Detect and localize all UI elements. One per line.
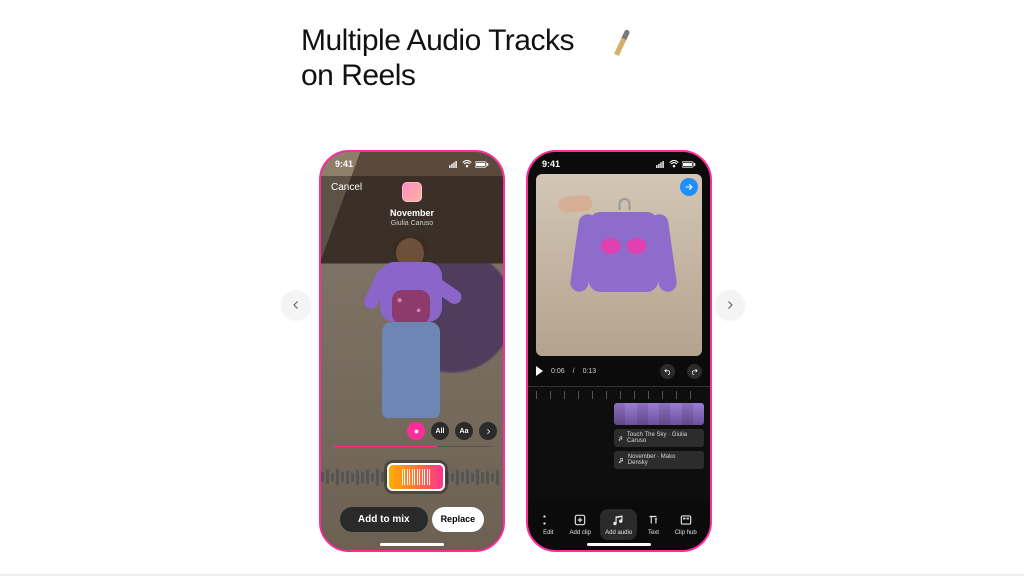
page-title-line1: Multiple Audio Tracks: [301, 24, 574, 57]
redo-button[interactable]: [687, 364, 702, 379]
video-clip-track[interactable]: [614, 403, 704, 425]
add-to-mix-button[interactable]: Add to mix: [340, 507, 428, 532]
cancel-button[interactable]: Cancel: [331, 182, 362, 193]
status-bar: 9:41: [321, 158, 503, 170]
scissors-icon: [541, 513, 555, 527]
text-icon: [646, 513, 660, 527]
time-total: 0:13: [583, 368, 597, 375]
text-label: Text: [648, 530, 659, 536]
clip-hub-label: Clip hub: [675, 530, 697, 536]
track-artist: Giulia Caruso: [321, 220, 503, 227]
text-tool-button[interactable]: Text: [641, 509, 665, 540]
chevron-right-icon: [484, 427, 493, 436]
arrow-right-icon: [684, 182, 694, 192]
page-title-line2: on Reels: [301, 59, 415, 92]
clip-hub-button[interactable]: Clip hub: [670, 509, 702, 540]
page-title: Multiple Audio Tracks on Reels: [301, 24, 574, 93]
audio-scrubber[interactable]: [321, 460, 503, 494]
music-note-icon: [618, 457, 625, 464]
signal-icon: [656, 161, 666, 168]
undo-icon: [663, 367, 672, 376]
editor-toolbar: Edit Add clip Add audio Text Clip hub: [528, 500, 710, 540]
music-sparkle-icon: [601, 22, 639, 60]
phone-mockup-add-audio: 9:41 Cancel November Giulia Caruso All A…: [319, 150, 505, 552]
time-separator: /: [573, 368, 575, 375]
selected-audio-clip[interactable]: [387, 463, 445, 491]
clip-hub-icon: [679, 513, 693, 527]
video-preview-person: [352, 238, 472, 428]
phone-mockup-timeline: 9:41 0:06 / 0:13: [526, 150, 712, 552]
status-time: 9:41: [335, 159, 353, 169]
timeline-ruler[interactable]: [536, 391, 702, 399]
editor-tool-row: All Aa: [407, 422, 497, 440]
add-clip-icon: [573, 513, 587, 527]
more-options-button[interactable]: [479, 422, 497, 440]
battery-icon: [475, 161, 489, 168]
add-clip-label: Add clip: [570, 530, 591, 536]
add-audio-button[interactable]: Add audio: [600, 509, 637, 540]
edit-tool-button[interactable]: Edit: [536, 509, 560, 540]
time-current: 0:06: [551, 368, 565, 375]
preview-subject-sweater: [579, 202, 671, 322]
home-indicator: [380, 543, 444, 546]
timeline-panel: Touch The Sky · Giulia Caruso November ·…: [528, 386, 710, 500]
home-indicator: [587, 543, 651, 546]
track-title: November: [321, 208, 503, 218]
track-cover-art[interactable]: [402, 182, 422, 202]
status-bar: 9:41: [528, 158, 710, 170]
bottom-buttons: Add to mix Replace: [321, 507, 503, 532]
record-button[interactable]: [407, 422, 425, 440]
next-button[interactable]: [680, 178, 698, 196]
play-button[interactable]: [536, 366, 543, 376]
music-note-icon: [618, 435, 624, 442]
replace-button[interactable]: Replace: [432, 507, 485, 532]
signal-icon: [449, 161, 459, 168]
audio-track-1[interactable]: Touch The Sky · Giulia Caruso: [614, 429, 704, 447]
add-clip-button[interactable]: Add clip: [565, 509, 596, 540]
wifi-icon: [669, 160, 679, 168]
add-audio-label: Add audio: [605, 530, 632, 536]
playback-bar: 0:06 / 0:13: [536, 360, 702, 382]
audio-track-1-label: Touch The Sky · Giulia Caruso: [627, 432, 695, 444]
status-time: 9:41: [542, 159, 560, 169]
text-size-button[interactable]: Aa: [455, 422, 473, 440]
battery-icon: [682, 161, 696, 168]
edit-label: Edit: [543, 530, 553, 536]
audio-track-2-label: November · Mako Densky: [628, 454, 695, 466]
video-preview[interactable]: [536, 174, 702, 356]
audio-track-2[interactable]: November · Mako Densky: [614, 451, 704, 469]
progress-line[interactable]: [333, 446, 491, 447]
carousel-prev-button[interactable]: [281, 290, 311, 320]
redo-icon: [690, 367, 699, 376]
music-notes-icon: [612, 513, 626, 527]
undo-button[interactable]: [660, 364, 675, 379]
carousel-next-button[interactable]: [715, 290, 745, 320]
select-all-button[interactable]: All: [431, 422, 449, 440]
wifi-icon: [462, 160, 472, 168]
